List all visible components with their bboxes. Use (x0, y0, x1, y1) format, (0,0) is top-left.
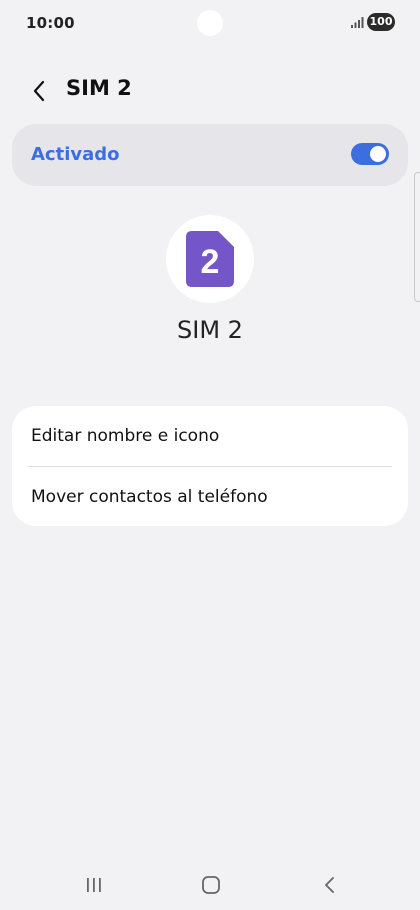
status-time: 10:00 (26, 14, 75, 32)
sim-card-number: 2 (201, 243, 220, 281)
option-move-contacts[interactable]: Mover contactos al teléfono (12, 467, 408, 526)
option-label: Mover contactos al teléfono (31, 487, 268, 507)
page-title: SIM 2 (66, 76, 132, 100)
back-nav-button[interactable] (309, 870, 349, 900)
home-button[interactable] (191, 870, 231, 900)
battery-badge: 100 (367, 13, 395, 31)
option-edit-name-icon[interactable]: Editar nombre e icono (12, 406, 408, 466)
master-switch-label: Activado (31, 144, 120, 165)
master-switch-card[interactable]: Activado (12, 124, 408, 186)
scroll-indicator[interactable] (414, 172, 420, 302)
master-toggle[interactable] (351, 143, 389, 165)
toggle-knob (370, 146, 386, 162)
options-card: Editar nombre e icono Mover contactos al… (12, 406, 408, 526)
back-button[interactable] (22, 74, 56, 108)
option-label: Editar nombre e icono (31, 426, 220, 446)
signal-bars-icon (351, 17, 364, 28)
app-header: SIM 2 (0, 66, 420, 114)
camera-cutout (197, 10, 223, 36)
back-icon (325, 877, 334, 893)
sim-card-icon: 2 (186, 231, 234, 287)
status-bar: 10:00 100 (0, 0, 420, 46)
recents-button[interactable] (74, 870, 114, 900)
sim-name: SIM 2 (177, 316, 243, 344)
chevron-left-icon (33, 80, 45, 102)
navigation-bar (0, 862, 420, 910)
home-icon (202, 876, 220, 894)
recents-icon (87, 878, 101, 892)
sim-avatar[interactable]: 2 (166, 215, 254, 303)
screen: 10:00 100 SIM 2 Activado 2 SIM 2 Editar … (0, 0, 420, 910)
